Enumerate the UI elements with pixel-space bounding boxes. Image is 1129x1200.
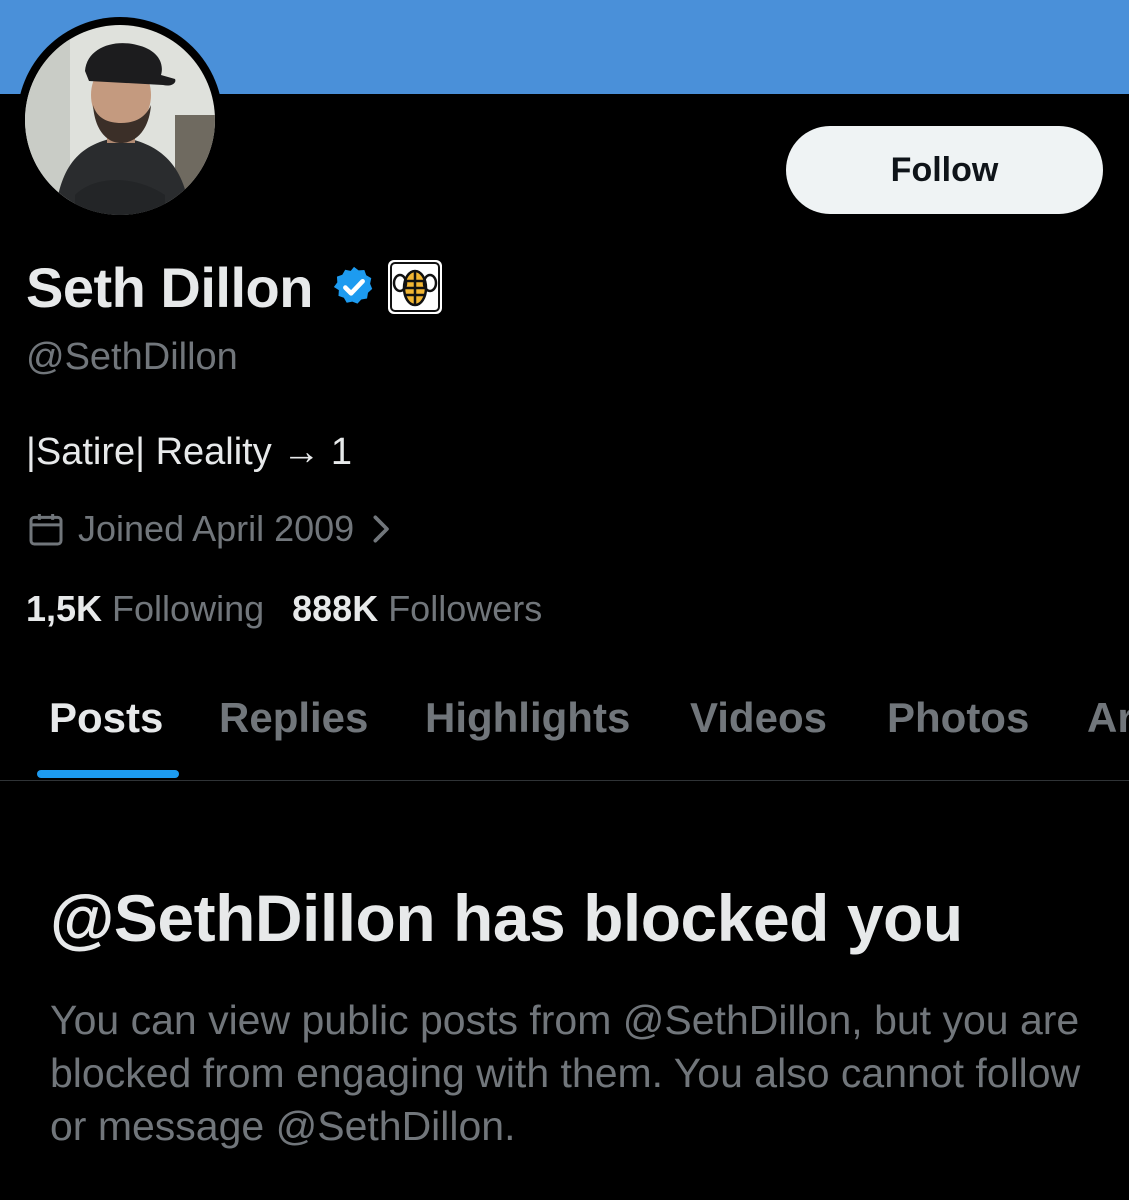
follow-button[interactable]: Follow	[786, 126, 1103, 214]
blocked-message: You can view public posts from @SethDill…	[50, 997, 1081, 1149]
joined-date: Joined April 2009	[78, 508, 355, 549]
follow-stats: 1,5K Following 888K Followers	[26, 588, 542, 630]
profile-handle: @SethDillon	[26, 336, 238, 378]
name-row: Seth Dillon	[26, 252, 443, 322]
followers-label: Followers	[388, 588, 543, 629]
following-link[interactable]: 1,5K Following	[26, 588, 264, 630]
tab-photos[interactable]: Photos	[887, 694, 1029, 742]
tab-highlights[interactable]: Highlights	[425, 694, 630, 742]
babylon-bee-affiliate-icon[interactable]	[387, 259, 443, 315]
joined-date-row[interactable]: Joined April 2009	[26, 506, 394, 552]
avatar[interactable]	[17, 17, 223, 223]
tab-posts[interactable]: Posts	[49, 694, 163, 742]
avatar-image	[25, 25, 215, 215]
following-label: Following	[112, 588, 265, 629]
tab-videos[interactable]: Videos	[690, 694, 827, 742]
profile-bio: |Satire| Reality → 1	[26, 431, 352, 473]
followers-count: 888K	[292, 588, 379, 629]
display-name: Seth Dillon	[26, 255, 313, 319]
chevron-right-icon	[373, 515, 390, 543]
blocked-title: @SethDillon has blocked you	[50, 881, 963, 955]
following-count: 1,5K	[26, 588, 103, 629]
followers-link[interactable]: 888K Followers	[292, 588, 542, 630]
calendar-icon	[29, 514, 63, 546]
active-tab-indicator	[37, 770, 179, 778]
verified-badge-icon[interactable]	[331, 264, 377, 310]
tab-replies[interactable]: Replies	[219, 694, 368, 742]
profile-tabs: Posts Replies Highlights Videos Photos A…	[0, 680, 1129, 781]
tab-articles[interactable]: Ar	[1087, 694, 1129, 742]
